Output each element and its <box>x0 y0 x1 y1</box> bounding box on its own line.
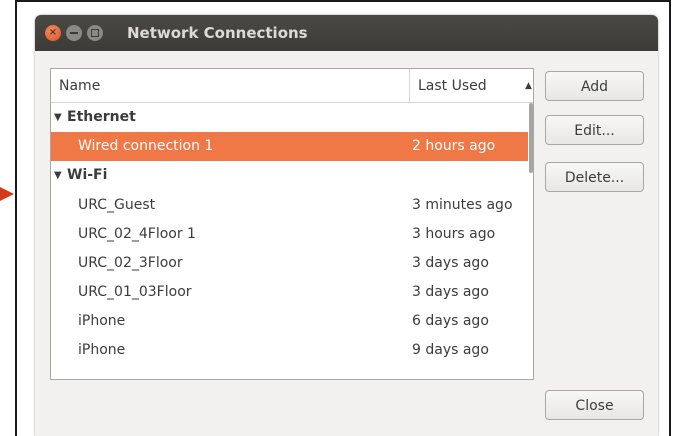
connection-name: iPhone <box>78 342 126 358</box>
group-label: Ethernet <box>67 109 136 125</box>
window-maximize-icon[interactable] <box>87 25 103 41</box>
connection-last-used: 3 days ago <box>412 255 489 271</box>
pointer-arrow-icon <box>0 187 14 201</box>
expander-down-icon[interactable]: ▼ <box>54 103 62 132</box>
connection-last-used: 2 hours ago <box>412 138 496 154</box>
connection-last-used: 3 minutes ago <box>412 197 513 213</box>
connection-name: URC_02_4Floor 1 <box>78 226 196 242</box>
connection-last-used: 3 days ago <box>412 284 489 300</box>
connection-last-used: 3 hours ago <box>412 226 496 242</box>
list-scrollbar[interactable] <box>529 103 533 173</box>
list-item[interactable]: URC_Guest 3 minutes ago <box>51 191 528 220</box>
connection-name: URC_01_03Floor <box>78 284 192 300</box>
group-label: Wi-Fi <box>67 167 108 183</box>
column-header-last-used[interactable]: Last Used <box>409 69 519 103</box>
expander-down-icon[interactable]: ▼ <box>54 161 62 190</box>
sort-ascending-icon[interactable]: ▲ <box>525 81 532 91</box>
window-close-icon[interactable]: × <box>45 25 61 41</box>
connection-last-used: 6 days ago <box>412 313 489 329</box>
group-row-wifi[interactable]: ▼ Wi-Fi <box>51 161 528 190</box>
network-connections-window: × Network Connections Name Last Used ▲ ▼… <box>35 15 658 436</box>
list-item-wired-connection-1[interactable]: Wired connection 1 2 hours ago <box>51 132 528 161</box>
list-item[interactable]: URC_02_4Floor 1 3 hours ago <box>51 220 528 249</box>
window-minimize-icon[interactable] <box>66 25 82 41</box>
column-header-name[interactable]: Name <box>59 69 100 103</box>
add-button[interactable]: Add <box>545 71 644 101</box>
group-row-ethernet[interactable]: ▼ Ethernet <box>51 103 528 132</box>
connection-name: Wired connection 1 <box>78 138 214 154</box>
edit-button[interactable]: Edit... <box>545 115 644 145</box>
list-item[interactable]: iPhone 9 days ago <box>51 336 528 365</box>
connection-last-used: 9 days ago <box>412 342 489 358</box>
list-item[interactable]: URC_02_3Floor 3 days ago <box>51 249 528 278</box>
connection-name: URC_02_3Floor <box>78 255 183 271</box>
title-bar[interactable]: × Network Connections <box>35 15 658 51</box>
list-item[interactable]: URC_01_03Floor 3 days ago <box>51 278 528 307</box>
delete-button[interactable]: Delete... <box>545 162 644 192</box>
list-header: Name Last Used ▲ <box>51 69 533 103</box>
close-button[interactable]: Close <box>545 390 644 420</box>
connections-list[interactable]: Name Last Used ▲ ▼ Ethernet Wired connec… <box>50 68 534 380</box>
connection-name: iPhone <box>78 313 126 329</box>
window-title: Network Connections <box>127 24 308 42</box>
list-item[interactable]: iPhone 6 days ago <box>51 307 528 336</box>
connection-name: URC_Guest <box>78 197 156 213</box>
